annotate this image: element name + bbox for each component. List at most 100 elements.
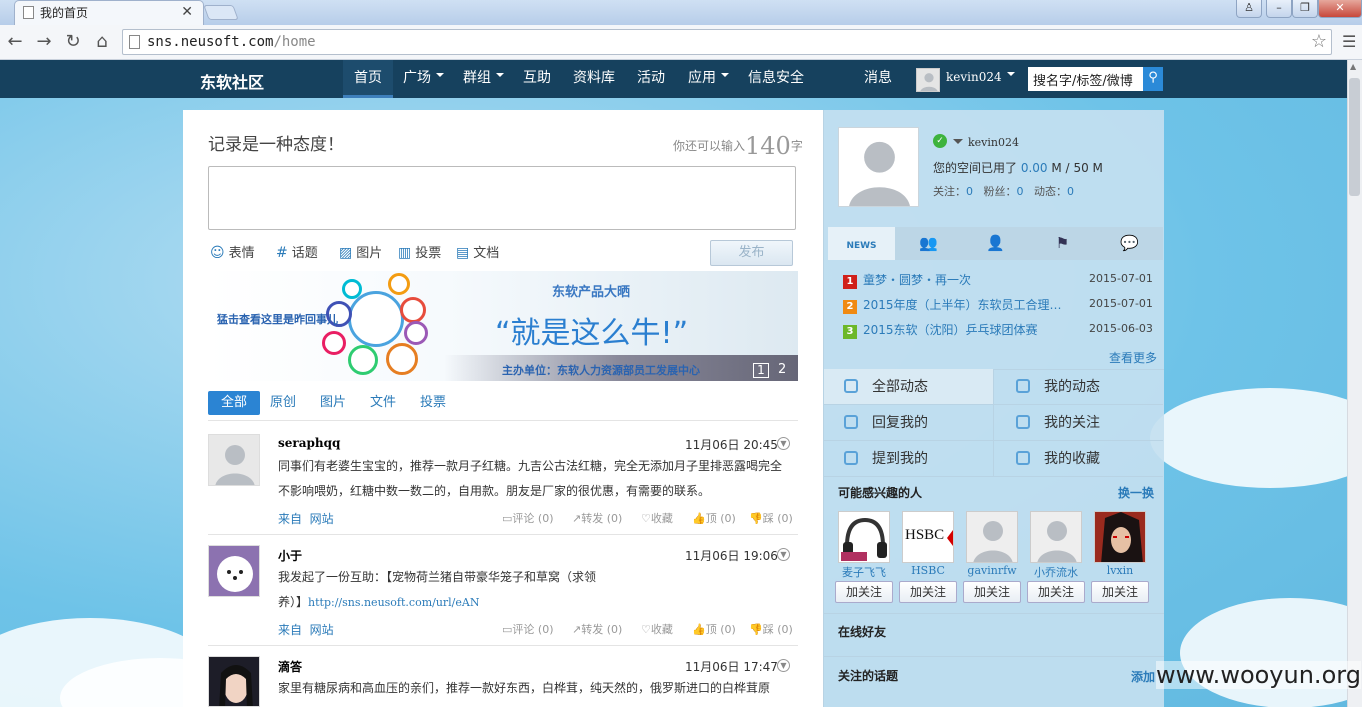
post-author[interactable]: 滴答 (278, 658, 302, 675)
swap-link[interactable]: 换一换 (1118, 484, 1154, 501)
upvote-button[interactable]: 👍顶 (0) (692, 510, 736, 526)
chevron-down-icon[interactable]: ▼ (777, 548, 790, 561)
follow-button[interactable]: 加关注 (835, 581, 893, 603)
reload-icon[interactable]: ↻ (62, 31, 84, 53)
nav-library[interactable]: 资料库 (573, 60, 615, 98)
publish-button[interactable]: 发布 (710, 240, 793, 266)
suggest-name[interactable]: gavinrfw (961, 564, 1023, 577)
tab-groups[interactable]: 👥 (895, 227, 962, 260)
nav-infosec[interactable]: 信息安全 (748, 60, 804, 98)
site-logo[interactable]: 东软社区 (200, 69, 264, 93)
url-text[interactable]: sns.neusoft.com/home (147, 34, 316, 50)
tab-news[interactable]: NEWS (828, 227, 895, 260)
search-icon[interactable]: ⚲ (1143, 67, 1163, 91)
menu-all-feed[interactable]: 全部动态 (824, 369, 993, 405)
post-link[interactable]: http://sns.neusoft.com/url/eAN (308, 596, 479, 609)
nav-messages[interactable]: 消息 (864, 60, 892, 98)
post-textarea[interactable] (208, 166, 796, 230)
avatar[interactable] (838, 511, 890, 563)
avatar[interactable] (966, 511, 1018, 563)
nav-events[interactable]: 活动 (637, 60, 665, 98)
avatar[interactable] (208, 545, 260, 597)
scrollbar-thumb[interactable] (1349, 78, 1360, 196)
stat-posts[interactable]: 0 (1067, 185, 1074, 198)
avatar[interactable] (1094, 511, 1146, 563)
avatar[interactable] (916, 68, 940, 92)
avatar[interactable] (208, 656, 260, 707)
follow-button[interactable]: 加关注 (1091, 581, 1149, 603)
profile-avatar[interactable] (838, 127, 919, 207)
tab-votes[interactable]: 投票 (420, 391, 446, 415)
nav-apps[interactable]: 应用 (688, 60, 729, 98)
follow-button[interactable]: 加关注 (1027, 581, 1085, 603)
banner-left-link[interactable]: 猛击查看这里是昨回事儿 (217, 311, 338, 327)
chevron-down-icon[interactable] (953, 139, 963, 149)
address-bar[interactable]: sns.neusoft.com/home ☆ (122, 29, 1332, 55)
downvote-button[interactable]: 👎踩 (0) (749, 621, 793, 637)
tab-images[interactable]: 图片 (320, 391, 346, 415)
nav-help[interactable]: 互助 (523, 60, 551, 98)
menu-my-feed[interactable]: 我的动态 (993, 369, 1163, 405)
minimize-button[interactable]: – (1266, 0, 1292, 18)
stat-following[interactable]: 0 (966, 185, 973, 198)
menu-following[interactable]: 我的关注 (993, 405, 1163, 441)
user-menu[interactable]: kevin024 (946, 70, 1015, 84)
tab-files[interactable]: 文件 (370, 391, 396, 415)
tab-original[interactable]: 原创 (270, 391, 296, 415)
repost-button[interactable]: ↗转发 (0) (572, 510, 622, 526)
source-link[interactable]: 网站 (310, 512, 334, 526)
nav-home[interactable]: 首页 (343, 60, 393, 98)
news-title[interactable]: 童梦・圆梦・再一次 (863, 273, 971, 287)
comment-button[interactable]: ▭评论 (0) (502, 621, 553, 637)
news-item[interactable]: 2 2015年度（上半年）东软员工合理… (843, 296, 1062, 314)
source-link[interactable]: 网站 (310, 623, 334, 637)
news-item[interactable]: 3 2015东软（沈阳）乒乓球团体赛 (843, 321, 1038, 339)
repost-button[interactable]: ↗转发 (0) (572, 621, 622, 637)
topic-button[interactable]: # 话题 (276, 242, 318, 261)
restore-button[interactable]: ❐ (1292, 0, 1318, 18)
document-button[interactable]: ▤ 文档 (456, 242, 499, 261)
tab-flag[interactable]: ⚑ (1029, 227, 1096, 260)
menu-replies[interactable]: 回复我的 (824, 405, 993, 441)
image-button[interactable]: ▨ 图片 (339, 242, 382, 261)
favorite-button[interactable]: ♡收藏 (641, 621, 673, 637)
downvote-button[interactable]: 👎踩 (0) (749, 510, 793, 526)
nav-groups[interactable]: 群组 (463, 60, 504, 98)
tab-chat[interactable]: 💬 (1096, 227, 1163, 260)
browser-menu-icon[interactable]: ☰ (1342, 32, 1358, 51)
forward-icon[interactable]: → (33, 31, 55, 53)
new-tab-button[interactable] (203, 5, 239, 20)
profile-name[interactable]: kevin024 (968, 136, 1019, 149)
post-author[interactable]: 小于 (278, 547, 302, 564)
chevron-down-icon[interactable]: ▼ (777, 659, 790, 672)
follow-button[interactable]: 加关注 (963, 581, 1021, 603)
news-more-link[interactable]: 查看更多 (1109, 349, 1157, 366)
suggest-name[interactable]: 麦子飞飞 (833, 564, 895, 580)
close-tab-icon[interactable]: ✕ (181, 4, 193, 20)
emoji-button[interactable]: ☺ 表情 (210, 242, 255, 261)
news-title[interactable]: 2015年度（上半年）东软员工合理… (863, 298, 1062, 312)
home-icon[interactable]: ⌂ (91, 31, 113, 53)
tab-all[interactable]: 全部 (208, 391, 261, 415)
vote-button[interactable]: ▥ 投票 (398, 242, 441, 261)
avatar[interactable] (208, 434, 260, 486)
comment-button[interactable]: ▭评论 (0) (502, 510, 553, 526)
nav-square[interactable]: 广场 (403, 60, 444, 98)
upvote-button[interactable]: 👍顶 (0) (692, 621, 736, 637)
browser-tab[interactable]: 我的首页 ✕ (14, 0, 204, 25)
tab-person[interactable]: 👤 (962, 227, 1029, 260)
user-icon[interactable]: ♙ (1236, 0, 1262, 18)
news-title[interactable]: 2015东软（沈阳）乒乓球团体赛 (863, 323, 1038, 337)
post-author[interactable]: seraphqq (278, 436, 340, 450)
suggest-name[interactable]: lvxin (1089, 564, 1151, 577)
favorite-button[interactable]: ♡收藏 (641, 510, 673, 526)
bookmark-star-icon[interactable]: ☆ (1311, 31, 1327, 52)
search-input[interactable] (1028, 67, 1143, 91)
scroll-up-icon[interactable]: ▲ (1350, 62, 1356, 71)
menu-favorites[interactable]: 我的收藏 (993, 441, 1163, 477)
avatar[interactable] (1030, 511, 1082, 563)
follow-button[interactable]: 加关注 (899, 581, 957, 603)
avatar[interactable]: HSBC (902, 511, 954, 563)
news-item[interactable]: 1 童梦・圆梦・再一次 (843, 271, 971, 289)
suggest-name[interactable]: HSBC (897, 564, 959, 577)
